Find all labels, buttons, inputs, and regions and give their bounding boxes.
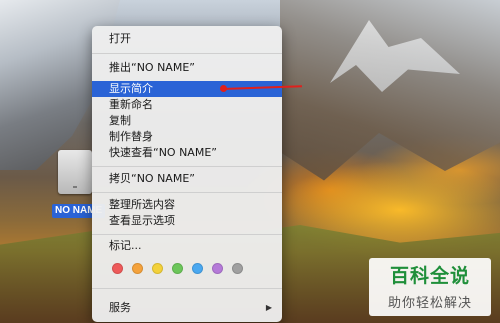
tag-yellow-button[interactable] bbox=[152, 263, 163, 274]
menu-item-view-options[interactable]: 查看显示选项 bbox=[92, 213, 282, 229]
wallpaper-mountain-right bbox=[280, 0, 500, 181]
menu-separator bbox=[92, 234, 282, 235]
menu-item-services[interactable]: 服务 ▶ bbox=[92, 300, 282, 316]
tag-green-button[interactable] bbox=[172, 263, 183, 274]
watermark-logo: 百科全说 助你轻松解决 bbox=[369, 258, 491, 316]
menu-item-tags[interactable]: 标记... bbox=[92, 238, 282, 254]
menu-separator bbox=[92, 53, 282, 54]
menu-item-copy[interactable]: 拷贝“NO NAME” bbox=[92, 171, 282, 187]
tag-purple-button[interactable] bbox=[212, 263, 223, 274]
context-menu: 打开 推出“NO NAME” 显示简介 重新命名 复制 制作替身 快速查看“NO… bbox=[92, 26, 282, 322]
tag-gray-button[interactable] bbox=[232, 263, 243, 274]
menu-item-clean-up[interactable]: 整理所选内容 bbox=[92, 197, 282, 213]
annotation-arrow-head bbox=[220, 85, 227, 92]
tag-blue-button[interactable] bbox=[192, 263, 203, 274]
menu-separator bbox=[92, 288, 282, 289]
external-drive-icon[interactable] bbox=[58, 150, 92, 194]
menu-item-rename[interactable]: 重新命名 bbox=[92, 97, 282, 113]
watermark-title: 百科全说 bbox=[389, 265, 470, 287]
menu-item-make-alias[interactable]: 制作替身 bbox=[92, 129, 282, 145]
menu-item-quick-look[interactable]: 快速查看“NO NAME” bbox=[92, 145, 282, 161]
menu-separator bbox=[92, 192, 282, 193]
menu-separator bbox=[92, 166, 282, 167]
tag-orange-button[interactable] bbox=[132, 263, 143, 274]
menu-item-eject[interactable]: 推出“NO NAME” bbox=[92, 60, 282, 76]
watermark-subtitle: 助你轻松解决 bbox=[387, 296, 472, 311]
chevron-right-icon: ▶ bbox=[265, 303, 272, 312]
menu-item-services-label: 服务 bbox=[109, 301, 131, 314]
menu-item-get-info[interactable]: 显示简介 bbox=[92, 81, 282, 97]
drive-led bbox=[73, 186, 77, 188]
tag-color-row bbox=[112, 263, 252, 277]
menu-item-open[interactable]: 打开 bbox=[92, 31, 282, 47]
menu-item-duplicate[interactable]: 复制 bbox=[92, 113, 282, 129]
tag-red-button[interactable] bbox=[112, 263, 123, 274]
